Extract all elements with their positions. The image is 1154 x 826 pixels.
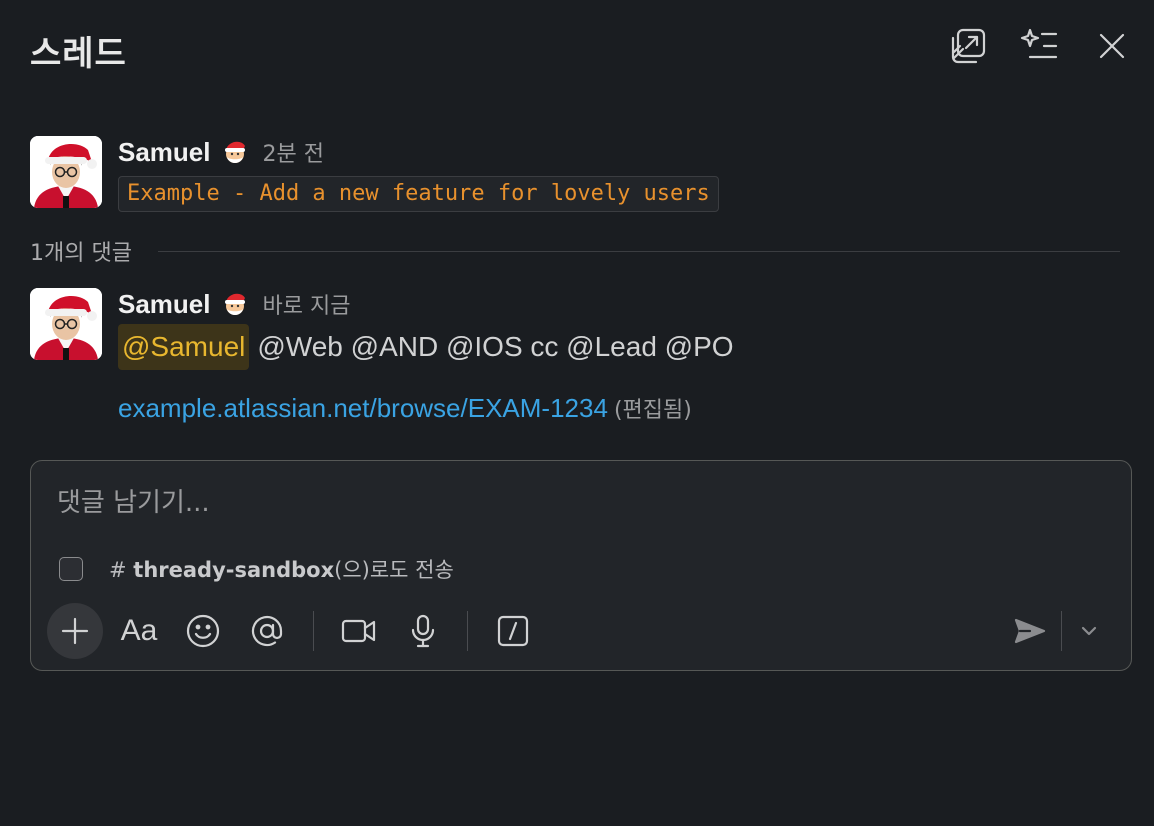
divider-line [157,250,1120,252]
close-icon [1099,33,1125,59]
also-send-label: # thready-sandbox(으)로도 전송 [109,554,454,584]
chevron-down-icon [1081,626,1097,636]
inline-code: Example - Add a new feature for lovely u… [118,176,719,212]
plus-icon [61,617,89,645]
video-camera-icon [341,619,376,643]
send-icon [1014,618,1046,644]
author-name[interactable]: Samuel [118,137,211,168]
also-send-to-channel: # thready-sandbox(으)로도 전송 [59,555,454,583]
channel-hash: # [109,558,134,582]
author-name[interactable]: Samuel [118,289,211,320]
slash-command-icon [497,615,529,647]
audio-clip-button[interactable] [395,603,451,659]
at-sign-icon [251,615,283,647]
message-header: Samuel 바로 지금 [118,288,350,320]
emoji-button[interactable] [175,603,231,659]
ai-summary-button[interactable] [1018,24,1062,68]
formatting-button[interactable]: Aa [111,603,167,659]
mentions[interactable]: @Web @AND @IOS cc @Lead @PO [257,331,733,362]
send-button[interactable] [1002,603,1058,659]
toolbar-separator [313,611,314,651]
attach-button[interactable] [47,603,103,659]
reply-composer: # thready-sandbox(으)로도 전송 Aa [30,460,1132,671]
reply-count-label: 1개의 댓글 [30,241,132,266]
thread-header: 스레드 [0,0,1154,96]
reply-count-divider: 1개의 댓글 [30,236,1120,266]
message-link-line: example.atlassian.net/browse/EXAM-1234 (편… [118,392,692,424]
avatar[interactable] [30,288,102,360]
close-button[interactable] [1090,24,1134,68]
video-clip-button[interactable] [331,603,387,659]
microphone-icon [411,614,435,648]
parent-message: Samuel 2분 전 Example - Add a new feature … [30,136,1120,216]
thread-title: 스레드 [30,34,127,74]
edited-label: (편집됨) [613,398,692,423]
reply-message: Samuel 바로 지금 @Samuel @Web @AND @IOS cc @L… [30,288,1120,428]
emoji-icon [186,614,220,648]
message-text: @Samuel @Web @AND @IOS cc @Lead @PO [118,324,734,370]
mention-button[interactable] [239,603,295,659]
santa-emoji-icon [224,293,245,315]
jira-link[interactable]: example.atlassian.net/browse/EXAM-1234 [118,393,608,423]
composer-toolbar: Aa [47,603,1117,659]
channel-name: thready-sandbox [133,558,335,582]
mention-self[interactable]: @Samuel [118,324,250,370]
reply-input[interactable] [57,479,1057,527]
also-send-suffix: (으)로도 전송 [334,558,454,582]
formatting-icon: Aa [120,614,158,647]
avatar[interactable] [30,136,102,208]
toolbar-separator [467,611,468,651]
message-header: Samuel 2분 전 [118,136,324,168]
also-send-checkbox[interactable] [59,557,83,581]
toolbar-separator [1061,611,1062,651]
open-in-new-window-icon [951,28,986,64]
send-options-button[interactable] [1065,603,1113,659]
open-in-new-window-button[interactable] [946,24,990,68]
ai-summary-icon [1020,28,1058,59]
message-timestamp[interactable]: 바로 지금 [263,288,351,320]
message-timestamp[interactable]: 2분 전 [263,136,324,168]
slash-command-button[interactable] [485,603,541,659]
santa-emoji-icon [224,141,245,163]
thread-panel: 스레드 Samuel 2분 전 Example - Add a new feat… [0,0,1154,826]
